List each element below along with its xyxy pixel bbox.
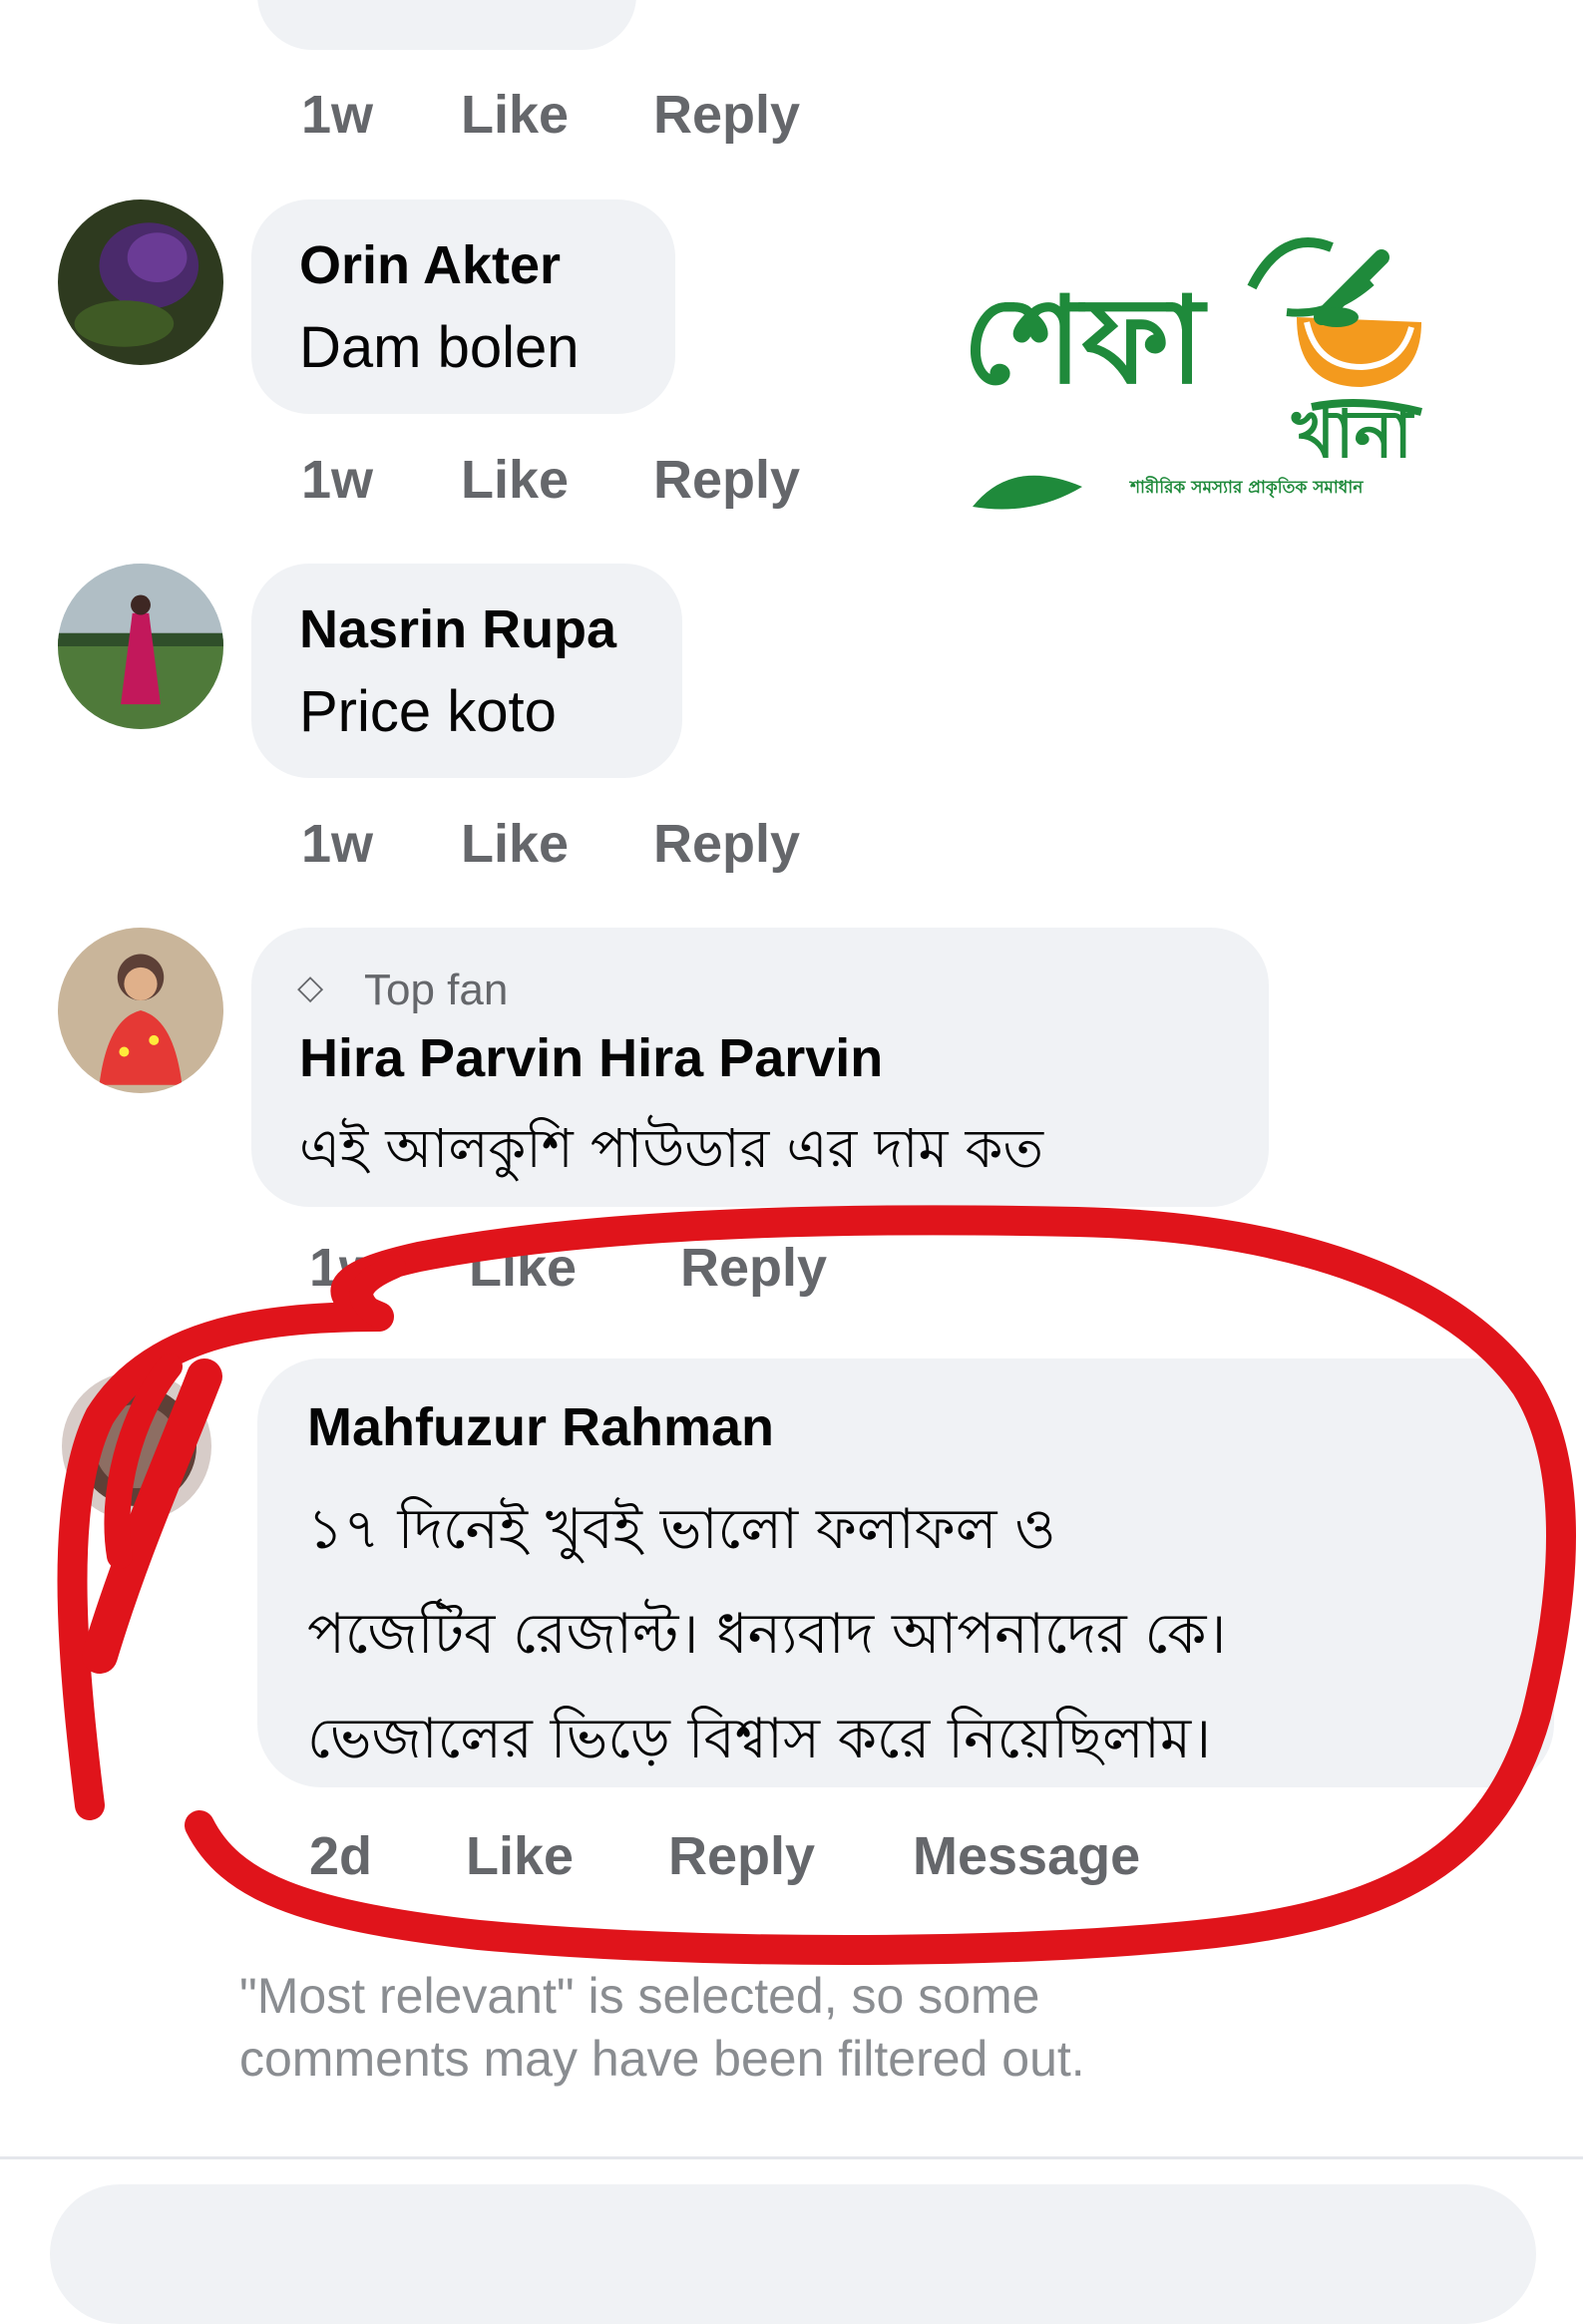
brand-logo: শেফা খানা শারীরিক সমস্যার প্রাকৃতিক সমাধ… [953,227,1451,517]
comment-bubble [251,199,675,414]
divider [0,2156,1583,2159]
comment-time[interactable]: 1w [301,84,373,146]
avatar[interactable] [62,1371,211,1521]
commenter-name[interactable]: Nasrin Rupa [299,598,616,660]
avatar[interactable] [58,564,223,729]
reply-button[interactable]: Reply [680,1237,827,1299]
message-button[interactable]: Message [913,1825,1140,1887]
avatar[interactable] [58,199,223,365]
diamond-icon: ◇ [297,968,324,1006]
comment-text-line: পজেটিব রেজাল্ট। ধন্যবাদ আপনাদের কে। [307,1602,1227,1667]
avatar[interactable] [58,928,223,1093]
comment-time[interactable]: 2d [309,1825,372,1887]
like-button[interactable]: Like [461,449,569,511]
reply-button[interactable]: Reply [668,1825,815,1887]
like-button[interactable]: Like [461,813,569,875]
commenter-name[interactable]: Mahfuzur Rahman [307,1396,774,1458]
comment-bubble-partial [257,0,636,50]
comment-text: এই আলকুশি পাউডার এর দাম কত [299,1117,1043,1180]
filter-notice-line1: "Most relevant" is selected, so some [239,1968,1040,2024]
comment-text-line: ভেজালের ভিড়ে বিশ্বাস করে নিয়েছিলাম। [307,1707,1212,1771]
comment-time[interactable]: 1w [301,813,373,875]
like-button[interactable]: Like [466,1825,574,1887]
reply-button[interactable]: Reply [653,813,800,875]
reply-button[interactable]: Reply [653,449,800,511]
commenter-name[interactable]: Hira Parvin Hira Parvin [299,1027,883,1089]
reply-button[interactable]: Reply [653,84,800,146]
filter-notice-line2: comments may have been filtered out. [239,2031,1085,2087]
comment-text: Price koto [299,679,557,744]
comment-text-line: ১৭ দিনেই খুবই ভালো ফলাফল ও [307,1497,1056,1562]
logo-tagline: শারীরিক সমস্যার প্রাকৃতিক সমাধান [1130,478,1364,498]
comment-bubble [251,564,682,778]
logo-title: শেফা [963,272,1205,411]
comment-input[interactable] [50,2184,1536,2324]
commenter-name[interactable]: Orin Akter [299,234,561,296]
comment-time[interactable]: 1w [301,449,373,511]
top-fan-badge: Top fan [364,966,509,1014]
comment-time[interactable]: 1w [309,1237,381,1299]
like-button[interactable]: Like [469,1237,577,1299]
like-button[interactable]: Like [461,84,569,146]
comment-text: Dam bolen [299,315,580,380]
logo-subtitle: খানা [1292,396,1413,473]
